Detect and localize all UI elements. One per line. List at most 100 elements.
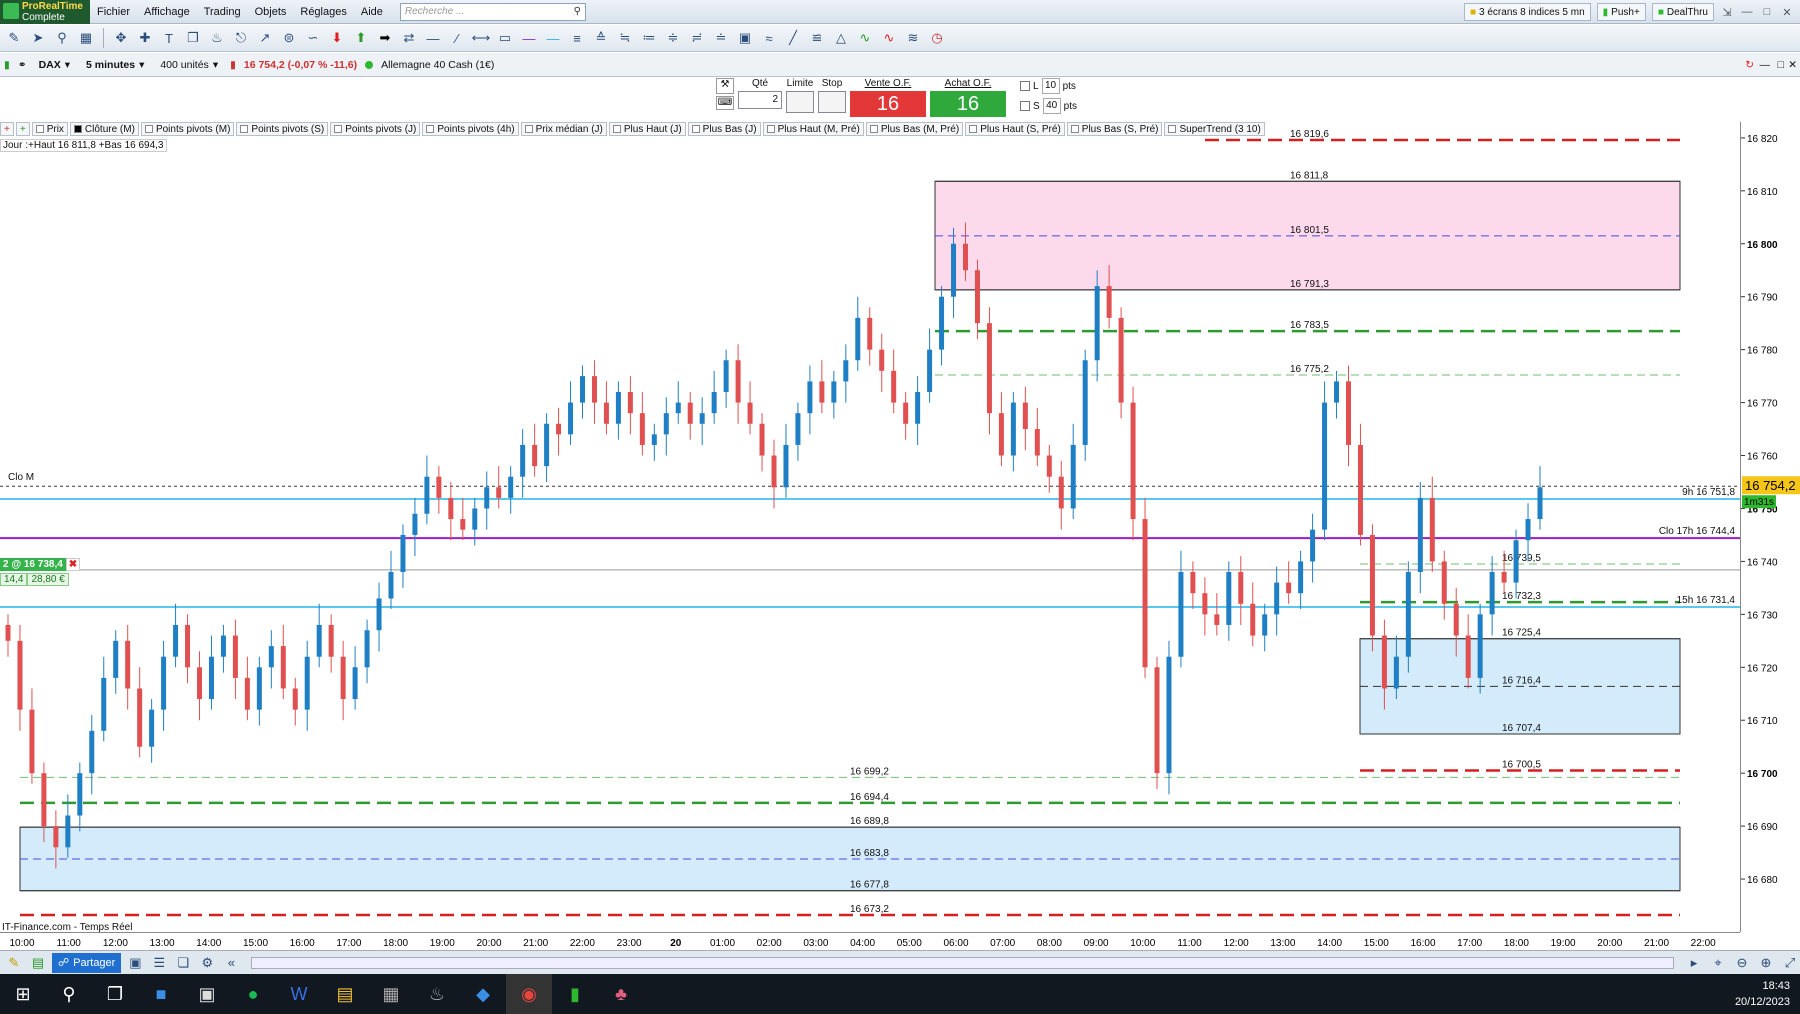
indicator-checkbox[interactable] <box>969 125 978 133</box>
scroll-right-icon[interactable]: ▸ <box>1684 953 1704 973</box>
chart-type-icon[interactable]: ▮ <box>4 59 10 71</box>
screen-icon[interactable]: ▣ <box>125 953 145 973</box>
clock-icon[interactable]: ◷ <box>927 28 947 48</box>
indicator-checkbox[interactable] <box>35 125 44 133</box>
pen-icon[interactable]: ✎ <box>4 953 24 973</box>
info-icon[interactable]: ▮ <box>230 59 236 71</box>
windows-start-icon[interactable]: ⊞ <box>0 974 46 1014</box>
indicator-chip[interactable]: Prix <box>31 122 68 136</box>
crosshair-icon[interactable]: ✚ <box>135 28 155 48</box>
pitchfork-icon[interactable]: ≓ <box>687 28 707 48</box>
s-value[interactable]: 40 <box>1042 98 1061 114</box>
menu-aide[interactable]: Aide <box>354 6 390 18</box>
rectangle-icon[interactable]: ▭ <box>495 28 515 48</box>
indicator-checkbox[interactable] <box>524 125 533 133</box>
zoom-out-icon[interactable]: ⊖ <box>1732 953 1752 973</box>
keyboard-icon[interactable]: ⌨ <box>716 96 734 110</box>
cyan-line-icon[interactable]: — <box>543 28 563 48</box>
measure-icon[interactable]: ≈ <box>759 28 779 48</box>
indicator-chip[interactable]: Points pivots (M) <box>140 122 235 136</box>
indicator-chip[interactable]: Points pivots (S) <box>236 122 329 136</box>
indicator-chip[interactable]: Plus Haut (S, Pré) <box>965 122 1065 136</box>
right-arrow-icon[interactable]: ➡ <box>375 28 395 48</box>
dealthru-button[interactable]: ■ DealThru <box>1651 3 1714 21</box>
chart-add-icon[interactable]: ▤ <box>28 953 48 973</box>
horizontal-line-icon[interactable]: — <box>423 28 443 48</box>
indicator-chip[interactable]: Plus Bas (M, Pré) <box>865 122 964 136</box>
l-checkbox[interactable] <box>1020 81 1030 91</box>
indicator-chip[interactable]: Prix médian (J) <box>520 122 607 136</box>
pencil-icon[interactable]: ✎ <box>4 28 24 48</box>
move-icon[interactable]: ✥ <box>111 28 131 48</box>
ruler-diag-icon[interactable]: ╱ <box>783 28 803 48</box>
stop-button[interactable] <box>818 91 846 113</box>
window-minimize-icon[interactable]: — <box>1740 6 1754 18</box>
gimp-icon[interactable]: ♨ <box>414 974 460 1014</box>
menu-objets[interactable]: Objets <box>248 6 294 18</box>
multi-screen-icon[interactable]: ❏ <box>173 953 193 973</box>
arrow-tool-icon[interactable]: ↗ <box>255 28 275 48</box>
indicator-checkbox[interactable] <box>691 125 700 133</box>
up-arrow-green-icon[interactable]: ⬆ <box>351 28 371 48</box>
indicator-checkbox[interactable] <box>334 125 343 133</box>
store-icon[interactable]: ■ <box>138 974 184 1014</box>
indicator-checkbox[interactable] <box>869 125 878 133</box>
purple-line-icon[interactable]: — <box>519 28 539 48</box>
indicator-chip[interactable]: Points pivots (J) <box>330 122 421 136</box>
mushroom-icon[interactable]: ♣ <box>598 974 644 1014</box>
window-close-icon[interactable]: ✕ <box>1780 6 1794 19</box>
text-tool-icon[interactable]: T <box>159 28 179 48</box>
chart-maximize-icon[interactable]: □ <box>1778 59 1784 71</box>
cursor-icon[interactable]: ➤ <box>28 28 48 48</box>
indicator-chip[interactable]: Points pivots (4h) <box>422 122 519 136</box>
timeframe-selector[interactable]: 5 minutes ▾ <box>82 59 148 71</box>
zoom-in-icon[interactable]: ⊕ <box>1756 953 1776 973</box>
symbol-selector[interactable]: DAX ▾ <box>35 59 74 71</box>
zoom-fit-icon[interactable]: ⌖ <box>1708 953 1728 973</box>
push-button[interactable]: ▮ Push+ <box>1596 3 1646 21</box>
chart-close-icon[interactable]: ✕ <box>1788 59 1797 71</box>
qty-input[interactable]: 2 <box>738 91 782 109</box>
search-icon[interactable]: ⚲ <box>46 974 92 1014</box>
triangle-icon[interactable]: △ <box>831 28 851 48</box>
fib-time-icon[interactable]: ≔ <box>639 28 659 48</box>
fib-fan-icon[interactable]: ≙ <box>591 28 611 48</box>
indicator-checkbox[interactable] <box>1168 125 1177 133</box>
search-input[interactable]: Recherche ... ⚲ <box>399 2 586 21</box>
l-value[interactable]: 10 <box>1041 78 1060 94</box>
window-restore-icon[interactable]: ⇲ <box>1720 6 1734 19</box>
segment-icon[interactable]: ⊜ <box>279 28 299 48</box>
indicator-checkbox[interactable] <box>240 125 249 133</box>
indicator-checkbox[interactable] <box>766 125 775 133</box>
folder-icon[interactable]: ▣ <box>184 974 230 1014</box>
file-explorer-icon[interactable]: ▤ <box>322 974 368 1014</box>
list-icon[interactable]: ☰ <box>149 953 169 973</box>
window-maximize-icon[interactable]: □ <box>1760 6 1774 18</box>
buy-button[interactable]: 16 755,6 <box>930 91 1006 141</box>
brush-icon[interactable]: ∽ <box>303 28 323 48</box>
indicator-chip[interactable]: Clôture (M) <box>69 122 139 136</box>
indicator-chip[interactable]: Plus Bas (J) <box>687 122 761 136</box>
price-axis[interactable]: 16 820 16 810 16 800 16 790 16 780 16 770 16 7… <box>1740 122 1800 932</box>
app-blue-icon[interactable]: ◆ <box>460 974 506 1014</box>
wave-red-icon[interactable]: ∿ <box>879 28 899 48</box>
menu-affichage[interactable]: Affichage <box>137 6 197 18</box>
wave-icon[interactable]: ∿ <box>855 28 875 48</box>
collapse-left-icon[interactable]: « <box>221 953 241 973</box>
indicator-chip[interactable]: SuperTrend (3 10) <box>1164 122 1265 136</box>
search-icon[interactable]: ⚲ <box>574 6 581 17</box>
indicator-chip[interactable]: Plus Bas (S, Pré) <box>1066 122 1163 136</box>
trash-icon[interactable]: ⎋ <box>231 28 251 48</box>
horizontal-scrollbar[interactable] <box>251 956 1674 969</box>
bell-icon[interactable]: ♨ <box>207 28 227 48</box>
zoom-icon[interactable]: ⚲ <box>52 28 72 48</box>
share-button[interactable]: ☍ Partager <box>52 952 122 973</box>
link-icon[interactable]: ⚭ <box>18 59 27 71</box>
regression-icon[interactable]: ≐ <box>711 28 731 48</box>
spotify-icon[interactable]: ● <box>230 974 276 1014</box>
fib-arc-icon[interactable]: ≒ <box>615 28 635 48</box>
indicator-chip[interactable]: Plus Haut (M, Pré) <box>762 122 864 136</box>
extended-line-icon[interactable]: ⟷ <box>471 28 491 48</box>
limit-button[interactable] <box>786 91 814 113</box>
expand-icon[interactable]: ⤢ <box>1780 953 1800 973</box>
